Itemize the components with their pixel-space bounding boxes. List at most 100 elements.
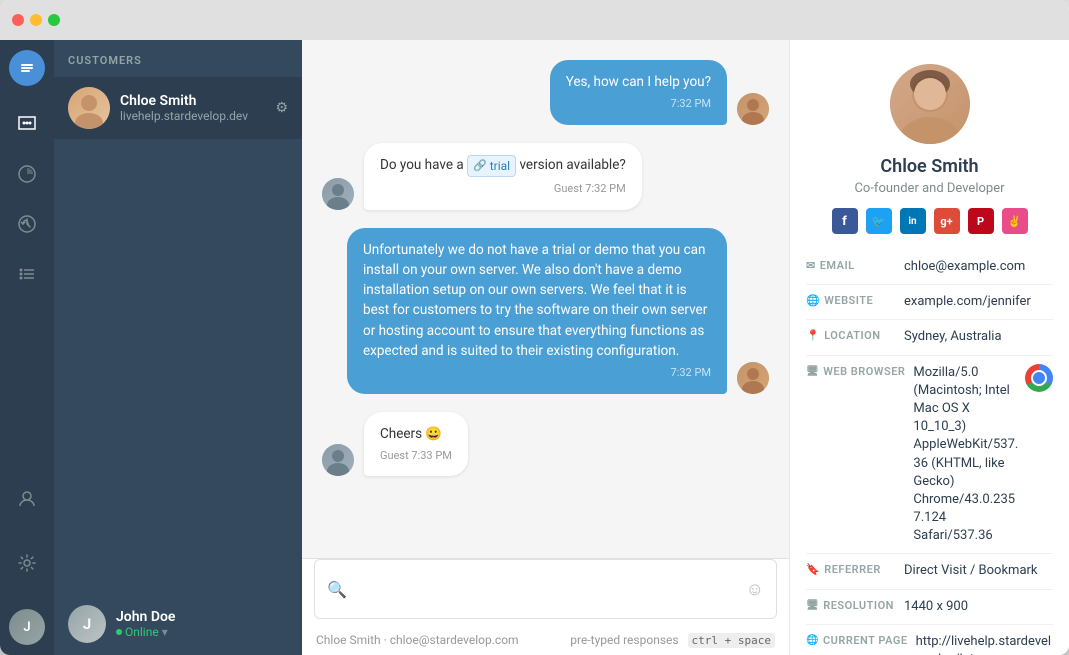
bubble-text-4: Cheers 😀	[380, 426, 442, 442]
chat-input[interactable]	[355, 581, 738, 597]
bubble-time-2: Guest 7:32 PM	[380, 181, 626, 198]
profile-avatar-section: Chloe Smith Co-founder and Developer f 🐦…	[790, 40, 1069, 250]
detail-label-referrer: 🔖 REFERRER	[806, 562, 896, 576]
pin-icon: 📍	[806, 329, 820, 342]
customers-panel: Customers Chloe Smith livehelp.stardevel…	[54, 40, 302, 655]
customer-gear-icon[interactable]: ⚙	[275, 100, 288, 116]
app-logo-icon	[9, 50, 45, 86]
message-row-1: Yes, how can I help you? 7:32 PM	[322, 60, 769, 125]
detail-currentpage: 🌐 CURRENT PAGE http://livehelp.stardevel…	[806, 625, 1053, 655]
detail-browser: 🖥 WEB BROWSER Mozilla/5.0 (Macintosh; In…	[806, 356, 1053, 555]
chat-input-box: 🔍 ☺	[314, 559, 777, 619]
chrome-browser-icon	[1025, 364, 1053, 392]
guest-avatar-4	[322, 444, 354, 476]
detail-location: 📍 LOCATION Sydney, Australia	[806, 320, 1053, 355]
detail-referrer: 🔖 REFERRER Direct Visit / Bookmark	[806, 554, 1053, 589]
detail-value-browser: Mozilla/5.0 (Macintosh; Intel Mac OS X 1…	[913, 364, 1019, 546]
bubble-2: Do you have a 🔗 trial version available?…	[364, 143, 642, 210]
detail-resolution: 🖥 RESOLUTION 1440 x 900	[806, 590, 1053, 625]
emoji-icon[interactable]: ☺	[746, 579, 764, 600]
linkedin-icon[interactable]: in	[900, 208, 926, 234]
screen-icon: 🖥	[806, 600, 819, 611]
facebook-icon[interactable]: f	[832, 208, 858, 234]
bubble-text-3: Unfortunately we do not have a trial or …	[363, 242, 707, 359]
bubble-time-4: Guest 7:33 PM	[380, 448, 452, 465]
nav-history-icon[interactable]	[9, 206, 45, 242]
detail-value-location: Sydney, Australia	[904, 328, 1002, 346]
bubble-4: Cheers 😀 Guest 7:33 PM	[364, 412, 468, 477]
nav-sidebar: J	[0, 40, 54, 655]
detail-value-resolution: 1440 x 900	[904, 598, 968, 616]
chat-footer: Chloe Smith · chloe@stardevelop.com pre-…	[302, 627, 789, 655]
detail-value-email: chloe@example.com	[904, 258, 1025, 276]
footer-shortcut: ctrl + space	[688, 633, 775, 648]
message-row-2: Do you have a 🔗 trial version available?…	[322, 143, 769, 210]
customer-avatar-chloe	[68, 87, 110, 129]
message-row-4: Cheers 😀 Guest 7:33 PM	[322, 412, 769, 477]
detail-value-website: example.com/jennifer	[904, 293, 1031, 311]
trial-tag-text: trial	[490, 157, 510, 175]
agent-avatar-3	[737, 362, 769, 394]
customer-sub: livehelp.stardevelop.dev	[120, 109, 275, 123]
operator-nav-avatar[interactable]: J	[9, 609, 45, 645]
google-plus-icon[interactable]: g+	[934, 208, 960, 234]
customer-info-chloe: Chloe Smith livehelp.stardevelop.dev	[120, 93, 275, 123]
footer-pretyped: pre-typed responses ctrl + space	[570, 633, 775, 647]
detail-value-referrer: Direct Visit / Bookmark	[904, 562, 1038, 580]
customers-header: Customers	[54, 40, 302, 77]
operator-name: John Doe	[116, 609, 288, 625]
profile-name: Chloe Smith	[880, 156, 978, 177]
titlebar	[0, 0, 1069, 40]
bubble-time-3: 7:32 PM	[363, 365, 711, 382]
bubble-1: Yes, how can I help you? 7:32 PM	[550, 60, 727, 125]
detail-email: ✉ EMAIL chloe@example.com	[806, 250, 1053, 285]
dribbble-icon[interactable]: ✌	[1002, 208, 1028, 234]
page-icon: 🌐	[806, 635, 819, 646]
nav-settings-icon[interactable]	[9, 545, 45, 581]
detail-website: 🌐 WEBSITE example.com/jennifer	[806, 285, 1053, 320]
twitter-icon[interactable]: 🐦	[866, 208, 892, 234]
profile-details: ✉ EMAIL chloe@example.com 🌐 WEBSITE exam…	[790, 250, 1069, 655]
bubble-3: Unfortunately we do not have a trial or …	[347, 228, 727, 394]
detail-label-resolution: 🖥 RESOLUTION	[806, 598, 896, 612]
profile-photo	[890, 64, 970, 144]
globe-icon: 🌐	[806, 294, 820, 307]
profile-title: Co-founder and Developer	[854, 181, 1004, 196]
detail-label-website: 🌐 WEBSITE	[806, 293, 896, 307]
nav-bottom: J	[9, 481, 45, 645]
nav-analytics-icon[interactable]	[9, 156, 45, 192]
app-window: J Customers Chloe Smith liveh	[0, 0, 1069, 655]
operator-avatar: J	[68, 605, 106, 643]
maximize-button[interactable]	[48, 14, 60, 26]
monitor-icon: 🖥	[806, 366, 819, 377]
trial-tag: 🔗 trial	[467, 155, 516, 177]
customer-item-chloe[interactable]: Chloe Smith livehelp.stardevelop.dev ⚙	[54, 77, 302, 139]
nav-users-icon[interactable]	[9, 481, 45, 517]
footer-sender: Chloe Smith · chloe@stardevelop.com	[316, 633, 519, 647]
bubble-text-before-trial: Do you have a	[380, 157, 467, 173]
message-row-3: Unfortunately we do not have a trial or …	[322, 228, 769, 394]
close-button[interactable]	[12, 14, 24, 26]
detail-label-browser: 🖥 WEB BROWSER	[806, 364, 905, 378]
social-icons: f 🐦 in g+ P ✌	[832, 208, 1028, 234]
customer-name: Chloe Smith	[120, 93, 275, 109]
operator-status: Online ▾	[116, 625, 288, 639]
nav-chat-icon[interactable]	[9, 106, 45, 142]
bookmark-icon: 🔖	[806, 563, 820, 576]
guest-avatar-2	[322, 178, 354, 210]
app-body: J Customers Chloe Smith liveh	[0, 40, 1069, 655]
nav-list-icon[interactable]	[9, 256, 45, 292]
customers-spacer	[54, 139, 302, 593]
detail-label-currentpage: 🌐 CURRENT PAGE	[806, 633, 908, 647]
operator-info: John Doe Online ▾	[116, 609, 288, 639]
chat-input-area: 🔍 ☺ Chloe Smith · chloe@stardevelop.com …	[302, 558, 789, 655]
pinterest-icon[interactable]: P	[968, 208, 994, 234]
bubble-text-after-trial: version available?	[519, 157, 625, 173]
search-icon: 🔍	[327, 580, 347, 599]
chat-area: Yes, how can I help you? 7:32 PM	[302, 40, 789, 655]
operator-bar: J John Doe Online ▾	[54, 593, 302, 655]
bubble-text-1: Yes, how can I help you?	[566, 74, 711, 90]
minimize-button[interactable]	[30, 14, 42, 26]
bubble-time-1: 7:32 PM	[566, 96, 711, 113]
agent-avatar-1	[737, 93, 769, 125]
